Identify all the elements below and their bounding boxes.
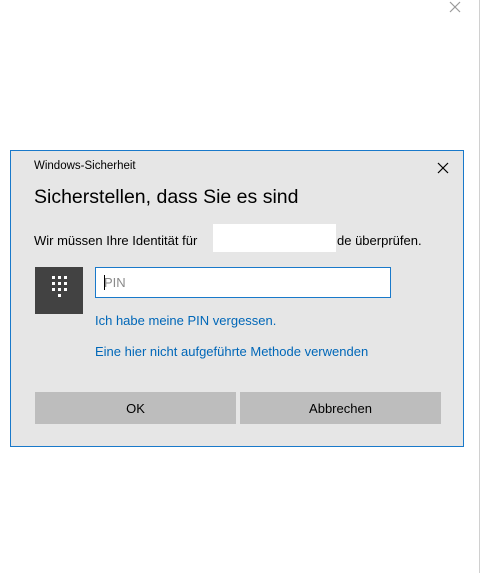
cancel-button[interactable]: Abbrechen	[240, 392, 441, 424]
keypad-icon	[35, 267, 83, 314]
dialog-heading: Sicherstellen, dass Sie es sind	[34, 186, 299, 208]
ok-button[interactable]: OK	[35, 392, 236, 424]
screen-background: Windows-Sicherheit Sicherstellen, dass S…	[0, 0, 480, 573]
text-caret	[104, 275, 105, 290]
identity-prompt: Wir müssen Ihre Identität für	[34, 233, 198, 248]
identity-prompt-suffix: de überprüfen.	[337, 233, 422, 248]
close-icon[interactable]	[436, 161, 450, 175]
security-dialog: Windows-Sicherheit Sicherstellen, dass S…	[10, 150, 464, 447]
forgot-pin-link[interactable]: Ich habe meine PIN vergessen.	[95, 313, 276, 328]
page-close-icon[interactable]	[448, 0, 462, 14]
other-method-link[interactable]: Eine hier nicht aufgeführte Methode verw…	[95, 344, 368, 359]
dialog-window-title: Windows-Sicherheit	[34, 160, 136, 172]
redacted-site-name	[213, 224, 336, 252]
pin-input[interactable]	[95, 267, 391, 298]
